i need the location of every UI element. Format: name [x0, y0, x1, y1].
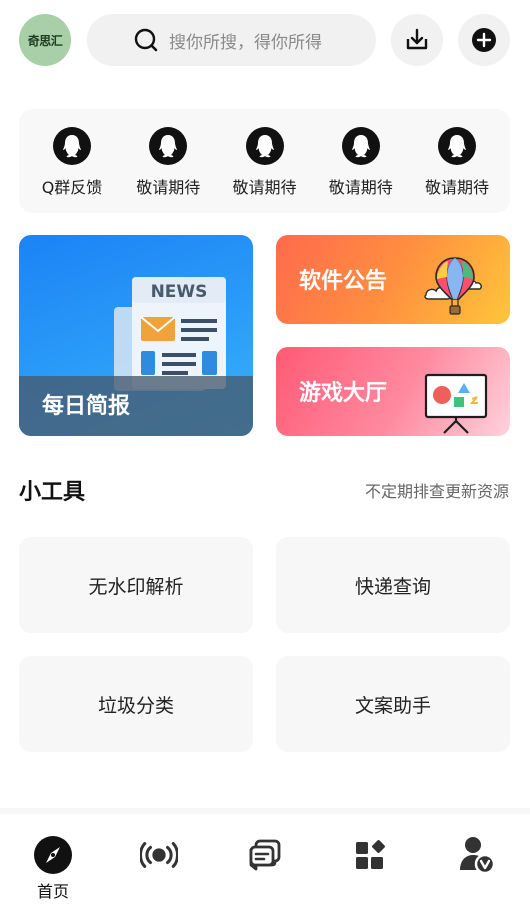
newspaper-illustration: NEWS	[114, 277, 226, 391]
qq-group-item[interactable]: 敬请期待	[418, 127, 496, 213]
tool-watermark-remover[interactable]: 无水印解析	[19, 537, 253, 633]
nav-home-label: 首页	[36, 882, 69, 901]
daily-news-tile[interactable]: NEWS 每日简报	[19, 235, 253, 436]
add-button[interactable]	[458, 14, 510, 66]
qq-penguin-icon	[341, 127, 380, 165]
qq-group-label: 敬请期待	[136, 178, 201, 197]
search-icon	[134, 28, 158, 52]
messages-icon	[246, 836, 284, 874]
qq-penguin-icon	[438, 127, 476, 165]
qq-group-label: 敬请期待	[328, 178, 393, 197]
daily-news-label: 每日简报	[42, 394, 131, 419]
game-hall-label: 游戏大厅	[299, 381, 388, 406]
qq-penguin-icon	[149, 127, 188, 165]
avatar-text: 奇思汇	[27, 33, 63, 48]
qq-group-card: Q群反馈 敬请期待 敬请期待 敬请期待 敬请期待	[19, 109, 510, 213]
qq-group-item[interactable]: 敬请期待	[322, 127, 400, 213]
tool-label: 快递查询	[354, 575, 431, 598]
game-hall-tile[interactable]: 游戏大厅	[276, 347, 510, 436]
avatar[interactable]: 奇思汇	[19, 14, 71, 66]
nav-profile[interactable]	[424, 814, 530, 910]
nav-apps[interactable]	[318, 814, 424, 910]
presentation-board-icon	[424, 373, 488, 434]
download-icon	[406, 28, 428, 50]
qq-group-label: 敬请期待	[424, 178, 489, 197]
tool-express-query[interactable]: 快递查询	[276, 537, 510, 633]
bottom-nav: 首页	[0, 808, 530, 910]
qq-penguin-icon	[245, 127, 284, 165]
apps-icon	[352, 836, 390, 874]
top-bar: 奇思汇 搜你所搜，得你所得	[0, 0, 530, 80]
qq-group-item[interactable]: 敬请期待	[129, 127, 207, 213]
tool-garbage-sorting[interactable]: 垃圾分类	[19, 656, 253, 752]
broadcast-icon	[140, 836, 178, 874]
user-verified-icon	[458, 836, 496, 874]
search-placeholder: 搜你所搜，得你所得	[169, 32, 322, 53]
nav-broadcast[interactable]	[106, 814, 212, 910]
tool-label: 垃圾分类	[97, 694, 174, 717]
tools-section-title: 小工具	[19, 480, 86, 505]
qq-group-label: 敬请期待	[232, 178, 297, 197]
nav-home[interactable]: 首页	[0, 814, 106, 910]
software-notice-tile[interactable]: 软件公告	[276, 235, 510, 324]
qq-group-item[interactable]: 敬请期待	[226, 127, 304, 213]
tool-copywriting-assistant[interactable]: 文案助手	[276, 656, 510, 752]
compass-icon	[34, 836, 72, 874]
add-circle-icon	[472, 28, 496, 52]
news-art-text: NEWS	[151, 282, 208, 302]
search-bar[interactable]: 搜你所搜，得你所得	[87, 14, 376, 66]
qq-group-item[interactable]: Q群反馈	[33, 127, 111, 213]
software-notice-label: 软件公告	[299, 269, 388, 294]
qq-group-label: Q群反馈	[41, 178, 103, 197]
hot-air-balloon-icon	[424, 257, 482, 315]
tool-label: 无水印解析	[88, 575, 184, 598]
tools-section-note: 不定期排查更新资源	[364, 482, 509, 501]
tool-label: 文案助手	[354, 694, 431, 717]
download-button[interactable]	[391, 14, 443, 66]
nav-messages[interactable]	[212, 814, 318, 910]
qq-penguin-icon	[53, 127, 91, 165]
